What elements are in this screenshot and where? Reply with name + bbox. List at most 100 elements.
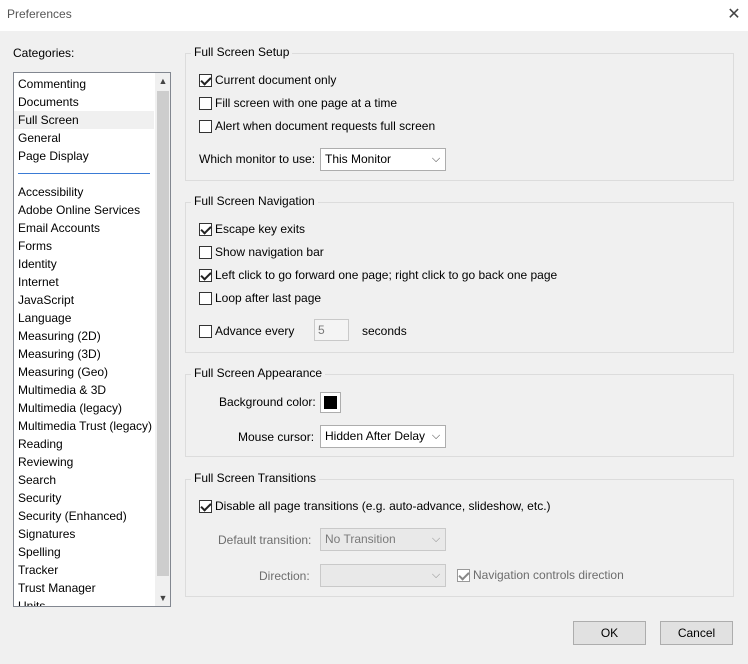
category-item[interactable]: Tracker xyxy=(14,561,154,579)
ok-button[interactable]: OK xyxy=(573,621,646,645)
checkbox-box[interactable] xyxy=(199,222,212,236)
category-separator xyxy=(14,165,154,183)
direction-select[interactable]: ⌵ xyxy=(320,564,446,587)
escape-key-exits-checkbox[interactable]: Escape key exits xyxy=(199,221,305,237)
checkbox-label: Loop after last page xyxy=(215,291,322,305)
checkbox-box[interactable] xyxy=(199,245,212,259)
checkbox-label: Disable all page transitions (e.g. auto-… xyxy=(215,499,551,513)
full-screen-appearance-group: Full Screen Appearance Background color:… xyxy=(185,366,734,457)
category-item[interactable]: Accessibility xyxy=(14,183,154,201)
categories-label: Categories: xyxy=(13,46,75,60)
category-item[interactable]: Security xyxy=(14,489,154,507)
checkbox-box[interactable] xyxy=(199,499,212,513)
category-item[interactable]: General xyxy=(14,129,154,147)
checkbox-box[interactable] xyxy=(199,73,212,87)
checkbox-box[interactable] xyxy=(199,268,212,282)
close-icon[interactable]: ✕ xyxy=(723,4,745,26)
category-item[interactable]: Reading xyxy=(14,435,154,453)
group-title: Full Screen Navigation xyxy=(191,194,318,208)
category-item[interactable]: Adobe Online Services xyxy=(14,201,154,219)
disable-page-transitions-checkbox[interactable]: Disable all page transitions (e.g. auto-… xyxy=(199,498,551,514)
chevron-down-icon: ⌵ xyxy=(431,430,441,442)
categories-items: Commenting Documents Full Screen General Pag… xyxy=(14,75,154,606)
mouse-cursor-select[interactable]: Hidden After Delay ⌵ xyxy=(320,425,446,448)
chevron-down-icon: ⌵ xyxy=(431,569,441,581)
monitor-label: Which monitor to use: xyxy=(199,152,316,166)
advance-seconds-input[interactable]: 5 xyxy=(314,319,349,341)
full-screen-setup-group: Full Screen Setup Current document only … xyxy=(185,45,734,181)
chevron-down-icon: ⌵ xyxy=(431,533,441,545)
category-item[interactable]: Spelling xyxy=(14,543,154,561)
chevron-down-icon: ⌵ xyxy=(431,153,441,165)
navigation-controls-direction-checkbox[interactable]: Navigation controls direction xyxy=(457,567,624,583)
checkbox-label: Escape key exits xyxy=(215,222,306,236)
loop-after-last-page-checkbox[interactable]: Loop after last page xyxy=(199,290,321,306)
seconds-label: seconds xyxy=(362,324,407,338)
group-title: Full Screen Transitions xyxy=(191,471,320,485)
category-item[interactable]: Multimedia (legacy) xyxy=(14,399,154,417)
checkbox-label: Alert when document requests full screen xyxy=(215,119,436,133)
category-item[interactable]: Signatures xyxy=(14,525,154,543)
category-item[interactable]: Measuring (Geo) xyxy=(14,363,154,381)
direction-label: Direction: xyxy=(259,569,310,583)
category-item[interactable]: Reviewing xyxy=(14,453,154,471)
advance-every-checkbox[interactable]: Advance every xyxy=(199,323,294,339)
monitor-select-value: This Monitor xyxy=(325,152,392,166)
show-navigation-bar-checkbox[interactable]: Show navigation bar xyxy=(199,244,324,260)
checkbox-box[interactable] xyxy=(199,291,212,305)
scroll-up-icon[interactable]: ▲ xyxy=(155,73,170,89)
group-title: Full Screen Setup xyxy=(191,45,293,59)
full-screen-transitions-group: Full Screen Transitions Disable all page… xyxy=(185,471,734,597)
category-item[interactable]: Security (Enhanced) xyxy=(14,507,154,525)
checkbox-box[interactable] xyxy=(199,119,212,133)
group-title: Full Screen Appearance xyxy=(191,366,326,380)
alert-full-screen-checkbox[interactable]: Alert when document requests full screen xyxy=(199,118,435,134)
category-item[interactable]: Email Accounts xyxy=(14,219,154,237)
checkbox-label: Advance every xyxy=(215,324,295,338)
category-item[interactable]: Search xyxy=(14,471,154,489)
category-item[interactable]: Full Screen xyxy=(14,111,154,129)
current-document-only-checkbox[interactable]: Current document only xyxy=(199,72,336,88)
category-item[interactable]: Page Display xyxy=(14,147,154,165)
window-title: Preferences xyxy=(7,7,72,21)
default-transition-label: Default transition: xyxy=(218,533,312,547)
checkbox-label: Show navigation bar xyxy=(215,245,324,259)
checkbox-label: Current document only xyxy=(215,73,337,87)
checkbox-label: Fill screen with one page at a time xyxy=(215,96,398,110)
category-item[interactable]: Multimedia Trust (legacy) xyxy=(14,417,154,435)
mouse-cursor-value: Hidden After Delay xyxy=(325,429,426,443)
category-item[interactable]: Internet xyxy=(14,273,154,291)
category-item[interactable]: Trust Manager xyxy=(14,579,154,597)
checkbox-label: Navigation controls direction xyxy=(473,568,624,582)
cancel-button[interactable]: Cancel xyxy=(660,621,733,645)
checkbox-box[interactable] xyxy=(457,568,470,582)
title-bar: Preferences ✕ xyxy=(0,0,748,31)
category-item[interactable]: JavaScript xyxy=(14,291,154,309)
category-item[interactable]: Units xyxy=(14,597,154,606)
full-screen-navigation-group: Full Screen Navigation Escape key exits … xyxy=(185,194,734,353)
category-item[interactable]: Commenting xyxy=(14,75,154,93)
category-item[interactable]: Measuring (3D) xyxy=(14,345,154,363)
checkbox-box[interactable] xyxy=(199,324,212,338)
category-item[interactable]: Forms xyxy=(14,237,154,255)
categories-list[interactable]: Commenting Documents Full Screen General Pag… xyxy=(13,72,171,607)
background-color-swatch[interactable] xyxy=(320,392,341,413)
background-color-label: Background color: xyxy=(219,395,316,409)
monitor-select[interactable]: This Monitor ⌵ xyxy=(320,148,446,171)
category-item[interactable]: Identity xyxy=(14,255,154,273)
scroll-thumb[interactable] xyxy=(157,91,169,576)
categories-scrollbar[interactable]: ▲ ▼ xyxy=(155,73,170,606)
category-item[interactable]: Measuring (2D) xyxy=(14,327,154,345)
color-fill xyxy=(324,396,337,409)
category-item[interactable]: Language xyxy=(14,309,154,327)
fill-screen-one-page-checkbox[interactable]: Fill screen with one page at a time xyxy=(199,95,397,111)
default-transition-select[interactable]: No Transition ⌵ xyxy=(320,528,446,551)
default-transition-value: No Transition xyxy=(325,532,396,546)
checkbox-box[interactable] xyxy=(199,96,212,110)
checkbox-label: Left click to go forward one page; right… xyxy=(215,268,558,282)
scroll-down-icon[interactable]: ▼ xyxy=(155,590,170,606)
mouse-cursor-label: Mouse cursor: xyxy=(238,430,315,444)
category-item[interactable]: Documents xyxy=(14,93,154,111)
left-click-forward-checkbox[interactable]: Left click to go forward one page; right… xyxy=(199,267,557,283)
category-item[interactable]: Multimedia & 3D xyxy=(14,381,154,399)
